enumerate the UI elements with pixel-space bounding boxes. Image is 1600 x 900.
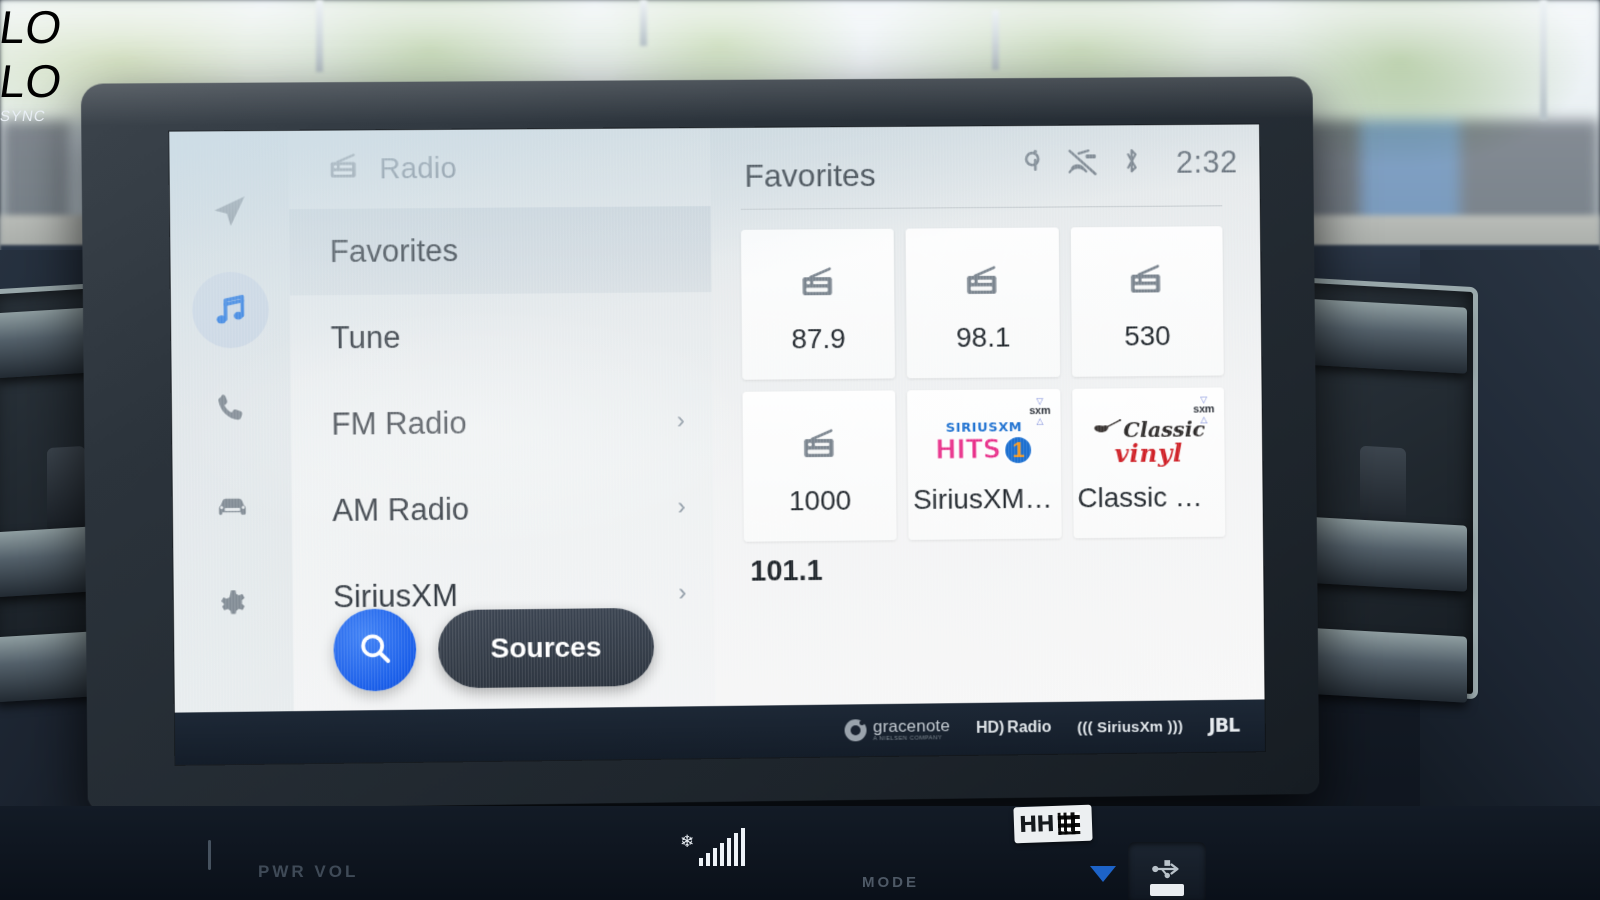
hd-radio-mark: HD) (975, 719, 1005, 737)
gracenote-tagline: A NIELSEN COMPANY (873, 735, 943, 742)
menu-item-favorites[interactable]: Favorites (289, 206, 712, 296)
status-bar: 2:32 (1019, 144, 1238, 181)
photo-scene: Radio Favorites Tune FM Radio › AM Radio (0, 0, 1600, 900)
favorite-label: 87.9 (791, 322, 846, 355)
gracenote-name: gracenote (872, 716, 951, 737)
vent-slat (1299, 627, 1467, 703)
radio-icon (798, 253, 838, 313)
fan-speed-icon: ❄ (680, 828, 746, 866)
page-title: Radio (379, 152, 458, 185)
menu-item-label: FM Radio (331, 405, 467, 442)
siriusxm-wordmark: ((( SiriusXm ))) (1077, 717, 1184, 737)
snowflake-icon: ❄ (680, 832, 695, 851)
power-volume-knob-marker[interactable] (208, 840, 211, 870)
qi-wireless-charging-icon (1019, 146, 1045, 181)
driver-temperature-display: LO (0, 1, 66, 53)
sources-button[interactable]: Sources (437, 607, 654, 689)
next-favorite-preview[interactable]: 101.1 (744, 551, 1226, 589)
gear-icon (214, 586, 253, 625)
radio-icon (963, 252, 1003, 312)
climate-control-panel (0, 806, 1600, 900)
radio-icon (1127, 251, 1167, 311)
phone-icon (212, 389, 251, 428)
source-list-column: Radio Favorites Tune FM Radio › AM Radio (288, 128, 716, 712)
jbl-wordmark: JBL (1208, 714, 1240, 737)
menu-item-label: Tune (330, 319, 401, 356)
classic-vinyl-logo: Classic vinyl (1091, 411, 1205, 472)
sidebar-item-navigation[interactable] (191, 173, 268, 250)
favorite-tile[interactable]: ▽ sxm △ Classic vinyl Classic V… (1071, 387, 1226, 539)
radio-icon (327, 152, 362, 187)
usb-slot[interactable] (1150, 884, 1184, 896)
hits-logo-word: HITS (934, 435, 1001, 467)
hd-radio-word: Radio (1007, 718, 1052, 737)
music-note-icon (210, 290, 251, 331)
inspection-sticker: HH (1013, 804, 1093, 844)
chevron-right-icon: › (676, 407, 685, 435)
guitar-icon (1091, 419, 1121, 439)
sxm-badge-icon: ▽ sxm △ (1193, 395, 1214, 425)
vent-slat (1299, 297, 1467, 374)
hd-radio-logo: HD) Radio (976, 719, 1052, 738)
favorites-grid: 87.9 98.1 530 1000 ▽ sxm △ SIRIUSXM HITS… (740, 226, 1226, 542)
favorite-label: 530 (1124, 320, 1171, 352)
app-rail (169, 130, 294, 713)
passenger-temperature-display: LO (0, 55, 66, 107)
sync-indicator: SYNC (0, 108, 47, 125)
qr-code-icon (1057, 812, 1081, 835)
menu-item-label: AM Radio (332, 491, 470, 529)
favorite-tile[interactable]: 87.9 (740, 228, 896, 380)
sxm-arc-bottom: △ (1036, 415, 1044, 427)
jbl-logo: JBL (1209, 715, 1240, 737)
gracenote-mark-icon (844, 719, 868, 742)
hits-logo-number: 1 (1003, 435, 1034, 466)
favorite-label: 1000 (788, 484, 852, 517)
vinyl-logo-word2: vinyl (1114, 438, 1183, 468)
mode-label: MODE (862, 874, 919, 891)
siriusxm-logo: ((( SiriusXm ))) (1077, 718, 1183, 736)
favorites-pane: 2:32 Favorites 87.9 98.1 530 1000 ▽ sxm … (709, 124, 1265, 707)
infotainment-touchscreen[interactable]: Radio Favorites Tune FM Radio › AM Radio (169, 124, 1266, 765)
sidebar-item-settings[interactable] (195, 567, 272, 644)
antenna-off-icon (1067, 147, 1099, 180)
sidebar-item-vehicle[interactable] (194, 468, 271, 545)
menu-item-tune[interactable]: Tune (290, 292, 712, 382)
search-icon (356, 628, 395, 672)
list-action-bar: Sources (293, 586, 716, 711)
favorite-tile[interactable]: 1000 (742, 390, 897, 542)
car-icon (212, 487, 253, 528)
vent-direction-knob[interactable] (46, 445, 86, 530)
favorite-label: SiriusXM … (912, 482, 1057, 516)
favorite-label: Classic V… (1077, 480, 1221, 514)
hits-logo-top: SIRIUSXM (945, 420, 1023, 436)
radio-header: Radio (288, 128, 710, 209)
navigation-arrow-icon (209, 191, 250, 231)
gracenote-logo: gracenote A NIELSEN COMPANY (844, 716, 951, 742)
inspection-sticker-code: HH (1018, 811, 1055, 838)
vent-direction-knob[interactable] (1360, 445, 1406, 531)
menu-item-am-radio[interactable]: AM Radio › (292, 464, 714, 554)
sxm-badge-icon: ▽ sxm △ (1029, 396, 1050, 427)
radio-icon (799, 415, 839, 475)
favorite-label: 98.1 (955, 321, 1011, 353)
search-button[interactable] (333, 608, 417, 692)
sxm-arc-bottom: △ (1200, 414, 1208, 425)
clock: 2:32 (1175, 144, 1238, 180)
bluetooth-icon (1120, 146, 1142, 181)
power-volume-label: PWR VOL (258, 862, 359, 881)
usb-icon (1150, 856, 1184, 887)
chevron-right-icon: › (677, 493, 686, 521)
sidebar-item-media[interactable] (191, 271, 270, 349)
favorite-tile[interactable]: 530 (1070, 226, 1224, 377)
vent-slat (1299, 516, 1467, 592)
sidebar-item-phone[interactable] (193, 370, 270, 447)
siriusxm-hits-1-logo: SIRIUSXM HITS 1 (934, 413, 1034, 474)
favorite-tile[interactable]: ▽ sxm △ SIRIUSXM HITS 1 SiriusXM … (907, 388, 1062, 541)
menu-item-fm-radio[interactable]: FM Radio › (291, 378, 713, 468)
temp-down-arrow[interactable] (1090, 866, 1116, 882)
favorite-tile[interactable]: 98.1 (905, 227, 1060, 379)
menu-item-label: Favorites (329, 232, 459, 270)
